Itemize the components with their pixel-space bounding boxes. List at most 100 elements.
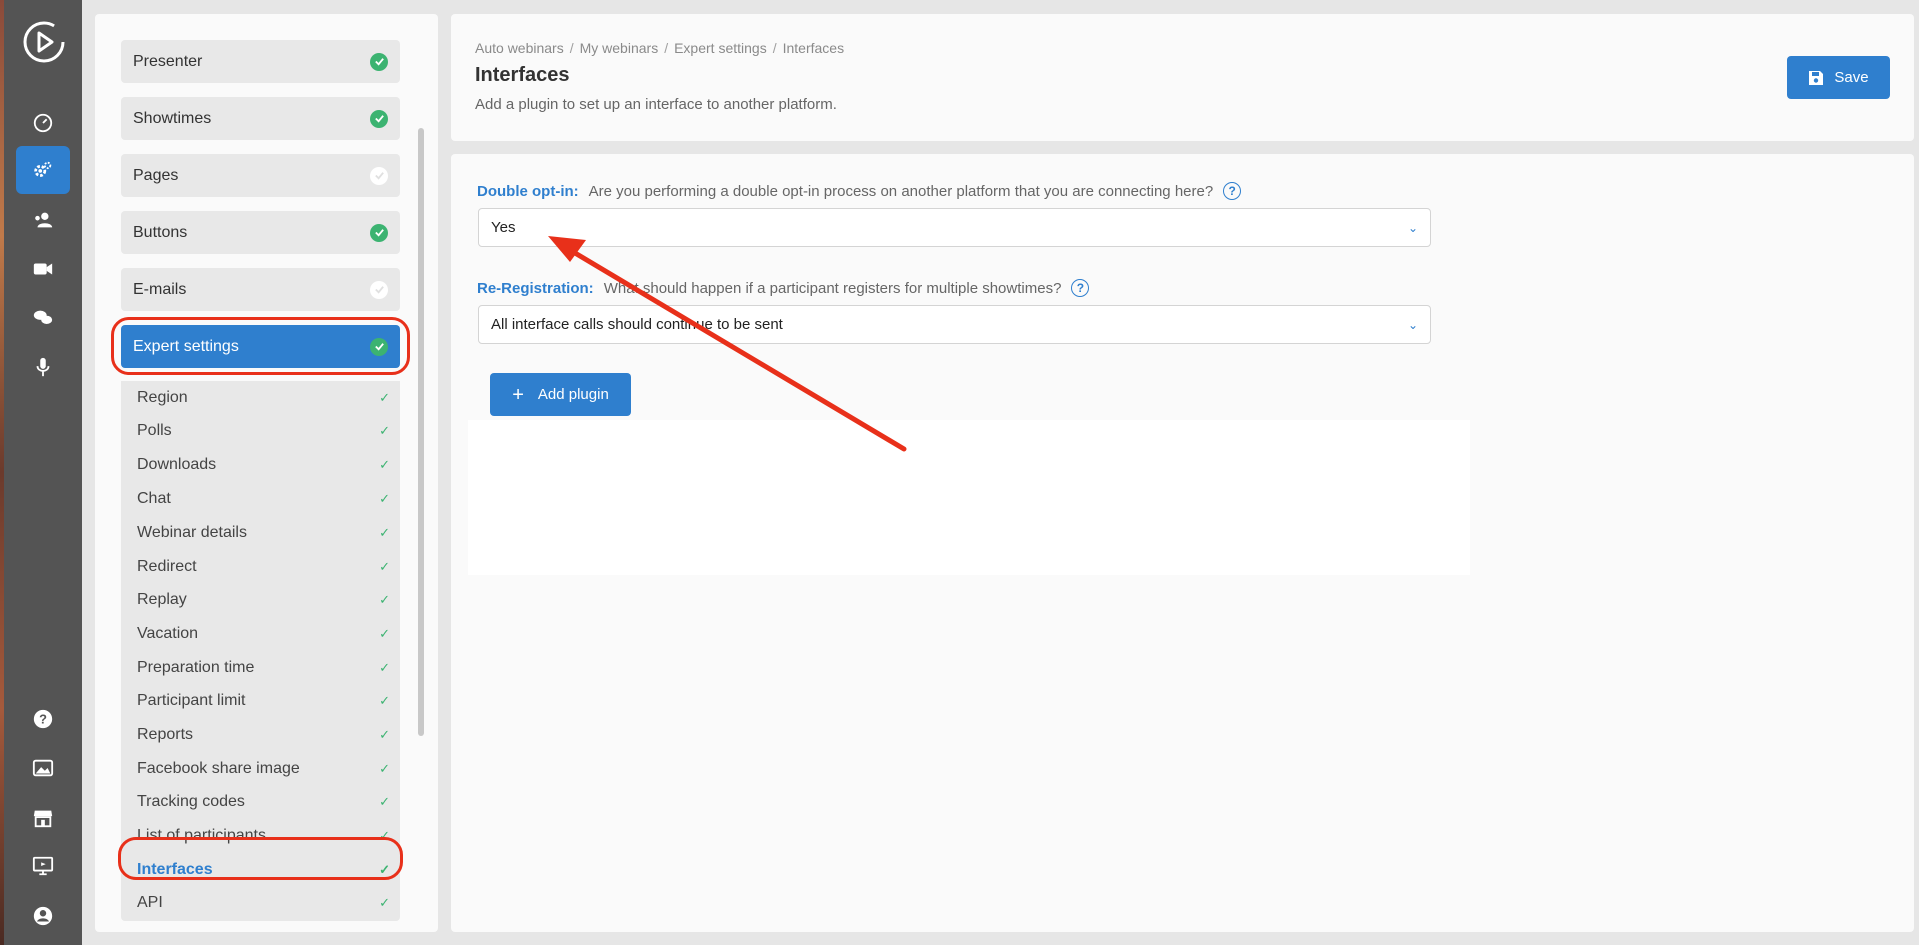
- breadcrumb-link[interactable]: Expert settings: [674, 40, 767, 56]
- check-icon: ✓: [379, 760, 390, 776]
- reregistration-question: What should happen if a participant regi…: [603, 279, 1062, 297]
- plus-icon: +: [512, 383, 524, 406]
- submenu-item-participant-limit[interactable]: Participant limit ✓: [121, 684, 400, 717]
- submenu-item-label: Chat: [137, 489, 171, 507]
- sidebar-item-label: E-mails: [133, 280, 187, 298]
- check-icon: ✓: [379, 659, 390, 675]
- submenu-item-label: Redirect: [137, 557, 197, 575]
- submenu-item-preparation-time[interactable]: Preparation time ✓: [121, 651, 400, 684]
- chat-icon[interactable]: [16, 294, 70, 342]
- submenu-item-chat[interactable]: Chat ✓: [121, 482, 400, 515]
- plugin-list-area: [468, 420, 1470, 575]
- check-icon: ✓: [379, 793, 390, 809]
- submenu-item-region[interactable]: Region ✓: [121, 381, 400, 414]
- submenu-item-label: Preparation time: [137, 658, 255, 676]
- submenu-item-interfaces[interactable]: Interfaces ✓: [121, 853, 400, 886]
- submenu-item-label: Participant limit: [137, 691, 246, 709]
- submenu-item-label: Polls: [137, 421, 172, 439]
- reregistration-select[interactable]: All interface calls should continue to b…: [478, 305, 1431, 344]
- submenu-item-label: Facebook share image: [137, 759, 300, 777]
- sidebar-item-label: Pages: [133, 166, 179, 184]
- reregistration-value: All interface calls should continue to b…: [491, 316, 783, 333]
- sidebar-item-label: Showtimes: [133, 109, 212, 127]
- submenu-item-label: Downloads: [137, 455, 217, 473]
- settings-icon[interactable]: [16, 146, 70, 194]
- breadcrumb-separator: /: [569, 40, 574, 56]
- settings-sidebar: Presenter Showtimes Pages Buttons E-mail…: [95, 14, 438, 932]
- page-subtitle: Add a plugin to set up an interface to a…: [475, 96, 837, 113]
- sidebar-item-buttons[interactable]: Buttons: [121, 211, 400, 254]
- submenu-item-tracking-codes[interactable]: Tracking codes ✓: [121, 785, 400, 818]
- check-icon: ✓: [379, 490, 390, 506]
- save-button[interactable]: Save: [1787, 56, 1890, 99]
- submenu-item-replay[interactable]: Replay ✓: [121, 583, 400, 616]
- sidebar-item-label: Presenter: [133, 52, 203, 70]
- check-icon: [370, 280, 388, 299]
- dashboard-icon[interactable]: [16, 99, 70, 147]
- submenu-item-facebook-share-image[interactable]: Facebook share image ✓: [121, 752, 400, 785]
- submenu-item-list-of-participants[interactable]: List of participants ✓: [121, 819, 400, 852]
- double-optin-label: Double opt-in: Are you performing a doub…: [477, 182, 1242, 200]
- double-optin-key: Double opt-in:: [477, 182, 579, 200]
- submenu-item-polls[interactable]: Polls ✓: [121, 414, 400, 447]
- submenu-item-redirect[interactable]: Redirect ✓: [121, 550, 400, 583]
- check-icon: ✓: [379, 524, 390, 540]
- monitor-icon[interactable]: [16, 842, 70, 890]
- submenu-item-vacation[interactable]: Vacation ✓: [121, 617, 400, 650]
- breadcrumb-link[interactable]: Auto webinars: [475, 40, 564, 56]
- expert-settings-submenu: Region ✓ Polls ✓ Downloads ✓ Chat ✓ Webinar …: [121, 381, 400, 921]
- submenu-item-label: Vacation: [137, 624, 199, 642]
- reregistration-key: Re-Registration:: [477, 279, 594, 297]
- breadcrumb-separator: /: [772, 40, 777, 56]
- check-icon: ✓: [379, 422, 390, 438]
- breadcrumb: Auto webinars / My webinars / Expert set…: [475, 40, 844, 56]
- app-logo-icon[interactable]: [22, 20, 66, 64]
- check-icon: [370, 166, 388, 185]
- submenu-item-downloads[interactable]: Downloads ✓: [121, 448, 400, 481]
- video-icon[interactable]: [16, 245, 70, 293]
- account-icon[interactable]: [16, 892, 70, 940]
- sidebar-item-showtimes[interactable]: Showtimes: [121, 97, 400, 140]
- sidebar-item-label: Expert settings: [133, 337, 239, 355]
- help-icon[interactable]: ?: [1071, 279, 1090, 297]
- check-icon: ✓: [379, 692, 390, 708]
- breadcrumb-current: Interfaces: [782, 40, 845, 56]
- users-icon[interactable]: [16, 196, 70, 244]
- double-optin-value: Yes: [491, 219, 516, 236]
- submenu-item-label: Webinar details: [137, 523, 247, 541]
- submenu-item-label: Interfaces: [137, 860, 213, 878]
- page-title: Interfaces: [475, 64, 570, 86]
- double-optin-select[interactable]: Yes ⌄: [478, 208, 1431, 247]
- help-icon[interactable]: ?: [16, 695, 70, 743]
- check-icon: ✓: [379, 591, 390, 607]
- submenu-item-label: List of participants: [137, 826, 266, 844]
- check-icon: ✓: [379, 827, 390, 843]
- floppy-disk-icon: [1809, 70, 1824, 85]
- image-icon[interactable]: [16, 744, 70, 792]
- sidebar-item-emails[interactable]: E-mails: [121, 268, 400, 311]
- submenu-item-reports[interactable]: Reports ✓: [121, 718, 400, 751]
- page-header: Auto webinars / My webinars / Expert set…: [451, 14, 1914, 141]
- add-plugin-button[interactable]: + Add plugin: [490, 373, 631, 416]
- sidebar-item-pages[interactable]: Pages: [121, 154, 400, 197]
- submenu-item-label: Tracking codes: [137, 792, 245, 810]
- microphone-icon[interactable]: [16, 343, 70, 391]
- breadcrumb-link[interactable]: My webinars: [580, 40, 659, 56]
- check-icon: ✓: [379, 861, 390, 877]
- submenu-item-label: Reports: [137, 725, 194, 743]
- sidebar-scrollbar[interactable]: [418, 128, 424, 736]
- submenu-item-label: Replay: [137, 590, 187, 608]
- check-icon: [370, 109, 388, 128]
- submenu-item-webinar-details[interactable]: Webinar details ✓: [121, 516, 400, 549]
- check-icon: ✓: [379, 558, 390, 574]
- sidebar-item-expert-settings[interactable]: Expert settings: [121, 325, 400, 368]
- sidebar-item-presenter[interactable]: Presenter: [121, 40, 400, 83]
- save-button-label: Save: [1834, 69, 1869, 86]
- submenu-item-api[interactable]: API ✓: [121, 886, 400, 919]
- submenu-item-label: API: [137, 893, 163, 911]
- check-icon: ✓: [379, 456, 390, 472]
- store-icon[interactable]: [16, 794, 70, 842]
- chevron-down-icon: ⌄: [1407, 317, 1418, 332]
- sidebar-item-label: Buttons: [133, 223, 188, 241]
- help-icon[interactable]: ?: [1223, 182, 1242, 200]
